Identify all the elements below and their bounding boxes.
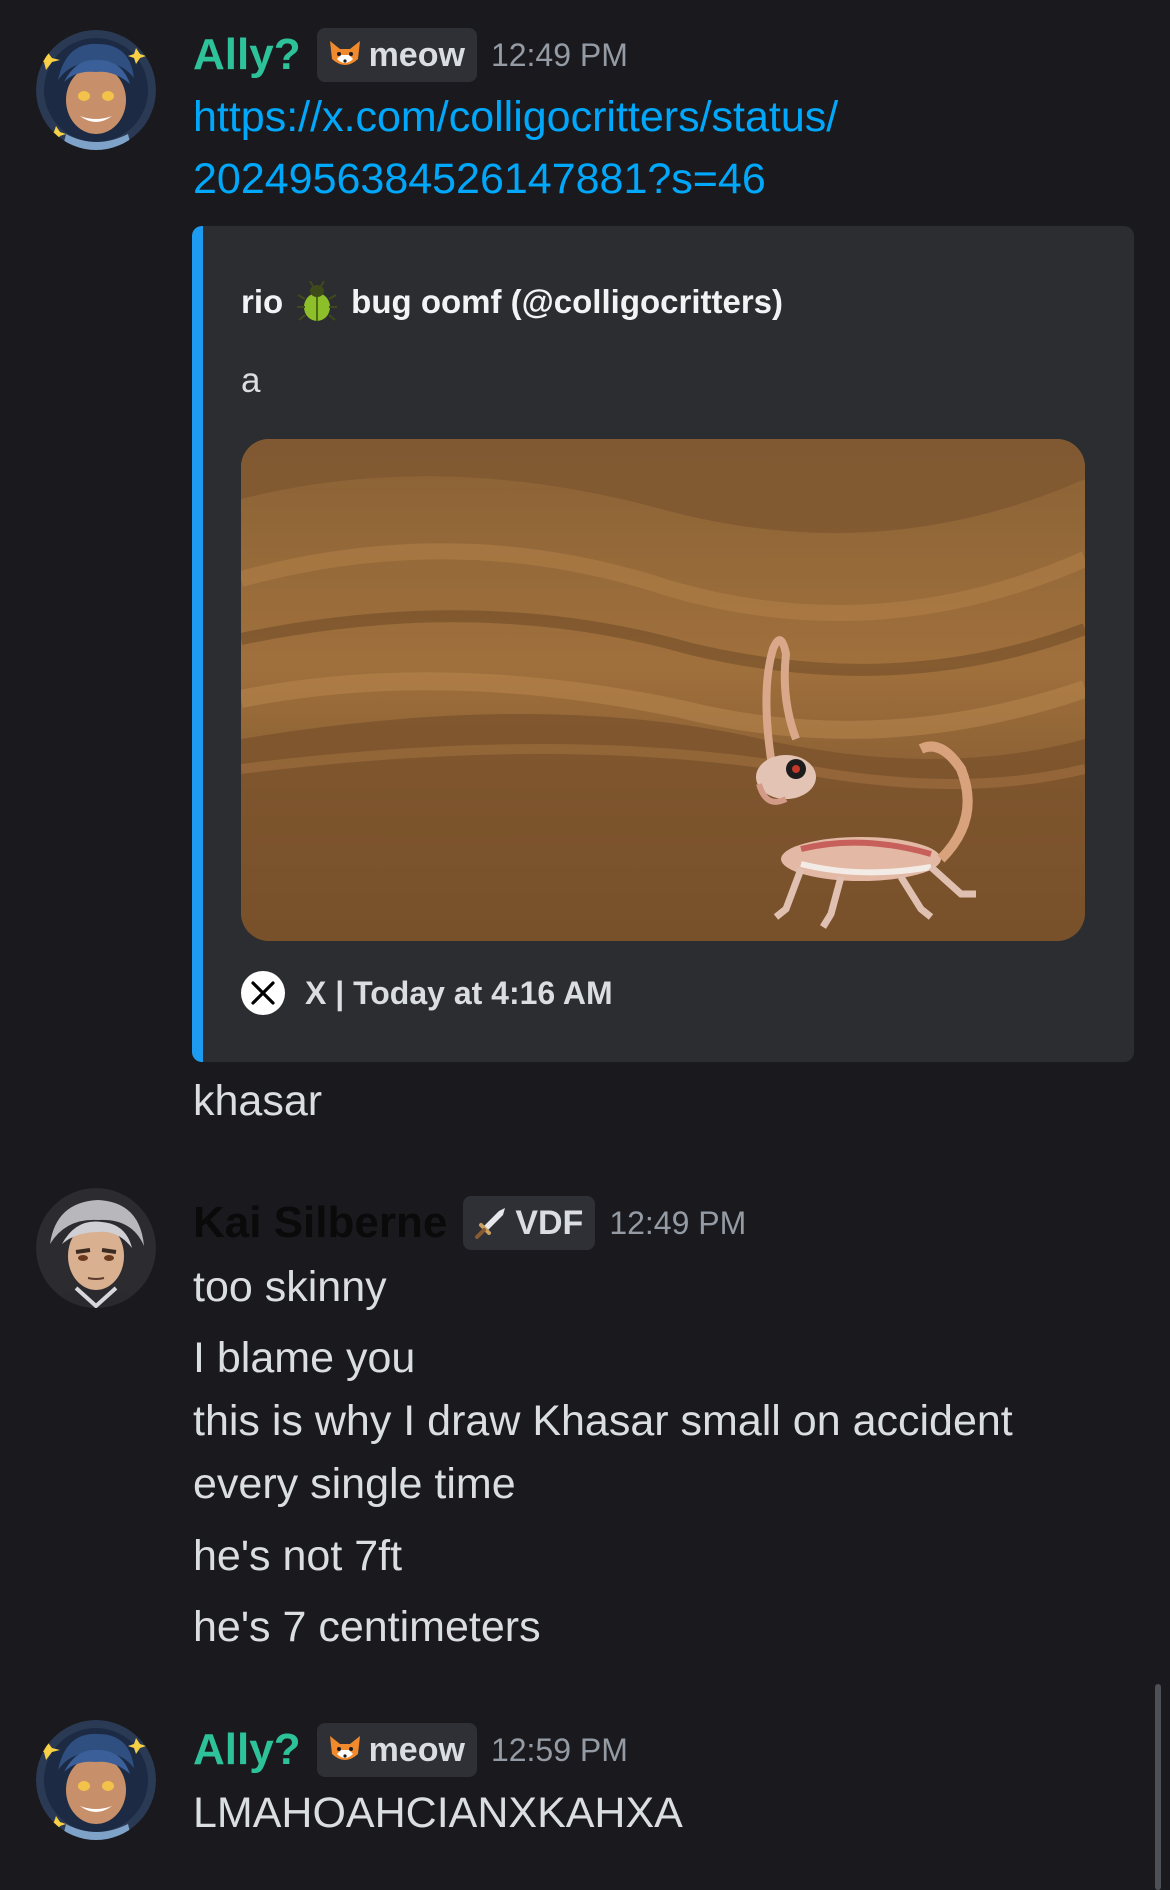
tweet-link[interactable]: https://x.com/colligocritters/status/ — [193, 87, 838, 147]
fox-face-icon — [329, 41, 360, 65]
embed-footer: X | Today at 4:16 AM — [241, 971, 613, 1015]
avatar[interactable] — [36, 1188, 156, 1308]
message-text: this is why I draw Khasar small on accid… — [193, 1397, 1013, 1445]
timestamp[interactable]: 12:49 PM — [609, 1205, 746, 1242]
embed-author[interactable]: rio bug oomf (@colligocritters) — [241, 281, 783, 323]
chat-log: Ally? meow 12:49 PM https://x.com/collig… — [0, 0, 1170, 1890]
tweet-link-continued[interactable]: 2024956384526147881?s=46 — [193, 149, 766, 209]
embed-author-handle: bug oomf (@colligocritters) — [351, 283, 784, 320]
role-tag-label: meow — [368, 1730, 465, 1769]
embed-accent-bar — [192, 226, 203, 1062]
message-header: Ally? meow 12:49 PM — [193, 25, 628, 85]
avatar[interactable] — [36, 1720, 156, 1840]
message-text: LMAHOAHCIANXKAHXA — [193, 1789, 683, 1837]
embed-image[interactable] — [241, 439, 1085, 941]
message-header: Ally? meow 12:59 PM — [193, 1720, 628, 1780]
x-logo-icon — [241, 971, 285, 1015]
message-text: every single time — [193, 1460, 516, 1508]
ally-avatar-icon — [36, 1720, 156, 1840]
ally-avatar-icon — [36, 30, 156, 150]
role-tag-label: meow — [368, 35, 465, 74]
role-tag[interactable]: meow — [316, 1723, 477, 1777]
beetle-icon — [297, 281, 338, 321]
username[interactable]: Kai Silberne — [193, 1198, 447, 1248]
embed-description: a — [241, 361, 261, 400]
gecko-on-sand-photo — [241, 439, 1085, 941]
avatar[interactable] — [36, 30, 156, 150]
role-tag[interactable]: meow — [316, 28, 477, 82]
embed-author-name: rio — [241, 283, 284, 320]
message-text: he's 7 centimeters — [193, 1603, 541, 1651]
sword-icon — [475, 1208, 506, 1239]
fox-face-icon — [329, 1736, 360, 1760]
message-header: Kai Silberne VDF 12:49 PM — [193, 1193, 746, 1253]
kai-avatar-icon — [36, 1188, 156, 1308]
message-text: too skinny — [193, 1263, 387, 1311]
link-embed[interactable]: rio bug oomf (@colligocritters) a X | To… — [192, 226, 1134, 1062]
role-tag[interactable]: VDF — [463, 1196, 596, 1250]
scrollbar[interactable] — [1155, 1684, 1161, 1890]
message-text: he's not 7ft — [193, 1532, 403, 1580]
username[interactable]: Ally? — [193, 30, 301, 80]
timestamp[interactable]: 12:49 PM — [491, 37, 628, 74]
role-tag-label: VDF — [515, 1203, 584, 1242]
message-text: khasar — [193, 1077, 323, 1125]
embed-footer-text: X | Today at 4:16 AM — [305, 974, 613, 1011]
username[interactable]: Ally? — [193, 1725, 301, 1775]
message-text: I blame you — [193, 1334, 416, 1382]
timestamp[interactable]: 12:59 PM — [491, 1732, 628, 1769]
